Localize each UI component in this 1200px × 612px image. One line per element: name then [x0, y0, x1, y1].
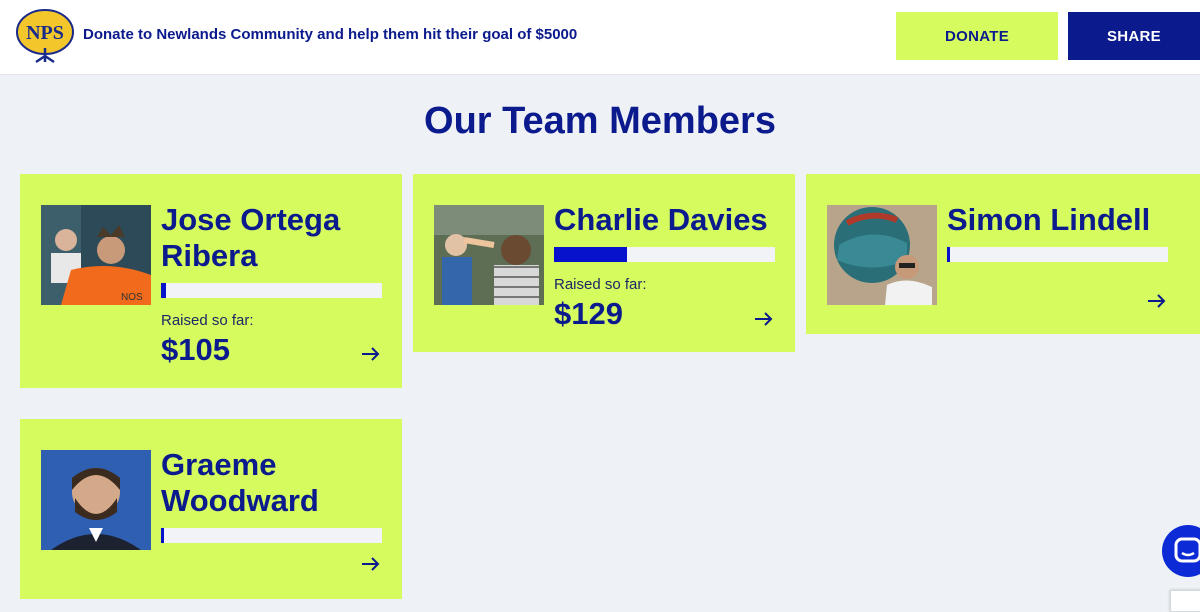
arrow-right-icon[interactable] — [360, 555, 382, 573]
progress-fill — [161, 283, 166, 298]
logo-text: NPS — [26, 22, 64, 44]
recaptcha-badge — [1170, 590, 1200, 612]
member-photo-graeme — [41, 450, 151, 550]
chat-launcher-button[interactable] — [1162, 525, 1200, 577]
arrow-right-icon[interactable] — [1146, 292, 1168, 310]
member-name: Simon Lindell — [947, 202, 1151, 237]
progress-fill — [947, 247, 950, 262]
member-photo — [41, 450, 151, 550]
section-title: Our Team Members — [424, 100, 776, 142]
progress-fill — [554, 247, 627, 262]
member-photo-jose: NOS — [41, 205, 151, 305]
svg-text:NOS: NOS — [121, 292, 143, 303]
progress-fill — [161, 528, 164, 543]
donate-button[interactable]: DONATE — [896, 12, 1058, 60]
member-card-graeme[interactable]: Graeme Woodward — [20, 419, 402, 599]
member-photo — [434, 205, 544, 305]
member-card-jose[interactable]: NOS Jose Ortega Ribera Raised so far: $1… — [20, 174, 402, 388]
chat-icon — [1174, 537, 1200, 563]
arrow-right-icon[interactable] — [360, 345, 382, 363]
member-name: Graeme Woodward — [161, 447, 319, 518]
progress-bar — [161, 283, 382, 298]
member-name: Charlie Davies — [554, 202, 768, 237]
raised-amount: $129 — [554, 296, 623, 331]
member-card-charlie[interactable]: Charlie Davies Raised so far: $129 — [413, 174, 795, 352]
nps-logo[interactable]: NPS — [14, 8, 76, 64]
member-name: Jose Ortega Ribera — [161, 202, 341, 273]
arrow-right-icon[interactable] — [753, 310, 775, 328]
member-card-simon[interactable]: Simon Lindell — [806, 174, 1200, 334]
member-photo: NOS — [41, 205, 151, 305]
progress-bar — [947, 247, 1168, 262]
raised-label: Raised so far: — [161, 312, 254, 329]
site-header: NPS Donate to Newlands Community and hel… — [0, 0, 1200, 75]
member-photo-simon — [827, 205, 937, 305]
progress-bar — [554, 247, 775, 262]
progress-bar — [161, 528, 382, 543]
campaign-message: Donate to Newlands Community and help th… — [83, 26, 578, 43]
raised-amount: $105 — [161, 332, 230, 367]
member-photo-charlie — [434, 205, 544, 305]
raised-label: Raised so far: — [554, 276, 647, 293]
share-button[interactable]: SHARE — [1068, 12, 1200, 60]
member-photo — [827, 205, 937, 305]
